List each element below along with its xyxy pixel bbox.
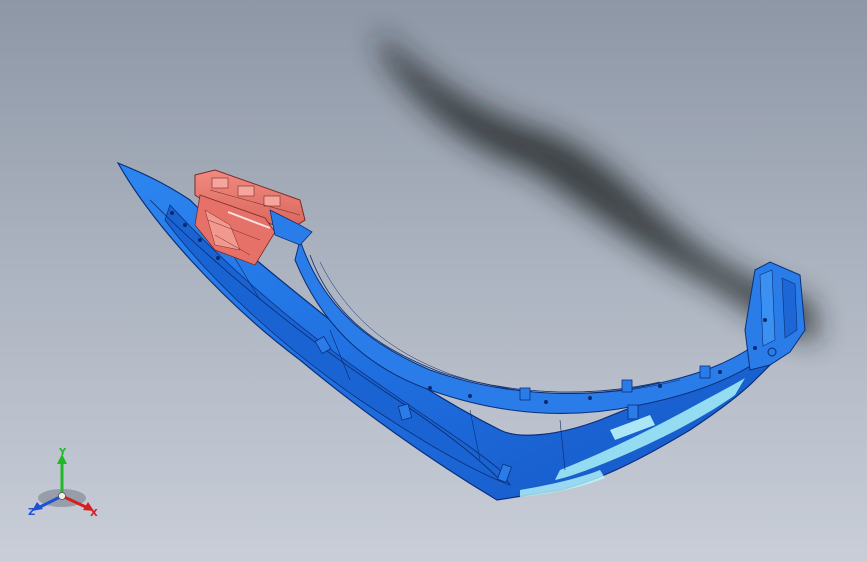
x-axis-label: X <box>90 508 98 519</box>
coordinate-triad: Y X Z <box>28 447 98 519</box>
y-axis-label: Y <box>58 447 67 458</box>
z-axis-label: Z <box>28 507 35 518</box>
triad-origin <box>58 492 66 500</box>
part-model-scene[interactable] <box>0 0 867 562</box>
graphics-viewport[interactable]: Y X Z <box>0 0 867 562</box>
